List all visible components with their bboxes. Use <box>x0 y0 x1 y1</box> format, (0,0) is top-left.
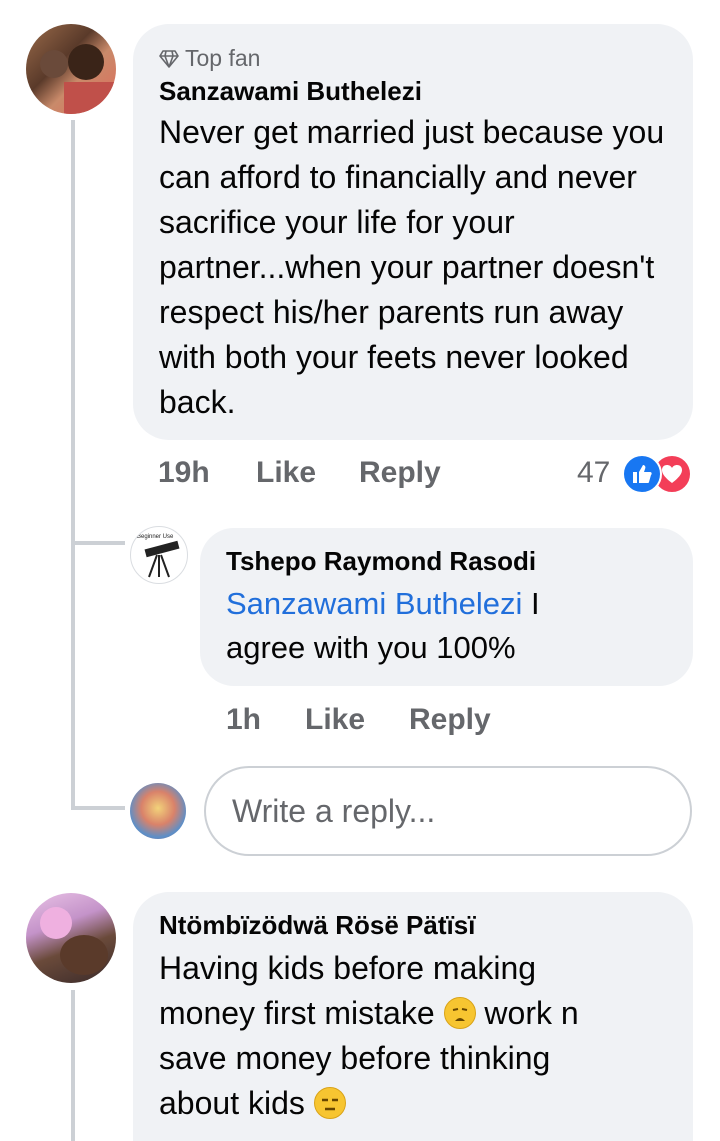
comment-author[interactable]: Sanzawami Buthelezi <box>159 74 667 108</box>
like-button[interactable]: Like <box>256 456 316 490</box>
diamond-icon <box>159 50 179 68</box>
reply-actions: 1h Like Reply <box>226 703 626 743</box>
text-line: money first mistake <box>159 995 444 1031</box>
reply-bubble[interactable]: Tshepo Raymond Rasodi Sanzawami Buthelez… <box>200 528 693 686</box>
thread-branch-reply <box>71 541 125 545</box>
comment-time: 19h <box>158 456 210 489</box>
weary-face-emoji <box>443 997 476 1029</box>
text-line: Having kids before making <box>159 950 537 986</box>
reply-text: Sanzawami Buthelezi I agree with you 100… <box>226 582 667 670</box>
text-line: about kids <box>159 1085 314 1121</box>
comment-text-2: Having kids before making money first mi… <box>159 946 667 1126</box>
person-photo-icon <box>40 44 116 114</box>
text-line: work n <box>475 995 579 1031</box>
avatar-2[interactable] <box>26 893 116 983</box>
thread-branch-input <box>71 806 125 810</box>
reactions[interactable] <box>622 452 696 494</box>
comment-bubble[interactable]: Top fan Sanzawami Buthelezi Never get ma… <box>133 24 693 440</box>
telescope-icon: Beginner Use <box>137 534 180 578</box>
avatar[interactable] <box>26 24 116 114</box>
text-line: save money before thinking <box>159 1040 551 1076</box>
like-icon <box>622 454 662 494</box>
badge-label: Top fan <box>185 45 261 71</box>
expressionless-face-emoji <box>313 1087 346 1119</box>
reply-input-placeholder: Write a reply... <box>232 792 436 829</box>
reply-like-button[interactable]: Like <box>305 703 365 737</box>
reply-button[interactable]: Reply <box>359 456 441 490</box>
reply-avatar[interactable]: Beginner Use <box>130 526 188 584</box>
thread-line-2 <box>71 990 75 1141</box>
comment-text: Never get married just because you can a… <box>159 114 665 420</box>
avatar-caption: Beginner Use <box>137 534 174 540</box>
reply-author[interactable]: Tshepo Raymond Rasodi <box>226 544 667 578</box>
comment-author-2[interactable]: Ntömbïzödwä Rösë Pätïsï <box>159 908 667 942</box>
reply-text-part: I <box>522 586 540 621</box>
reaction-count[interactable]: 47 <box>577 456 610 490</box>
reply-time: 1h <box>226 703 262 736</box>
comment-bubble-2[interactable]: Ntömbïzödwä Rösë Pätïsï Having kids befo… <box>133 892 693 1141</box>
person-photo-icon <box>40 907 108 975</box>
thread-line <box>71 120 75 810</box>
mention-link[interactable]: Sanzawami Buthelezi <box>226 586 522 621</box>
reply-reply-button[interactable]: Reply <box>409 703 491 737</box>
reply-input[interactable]: Write a reply... <box>204 766 692 856</box>
current-user-avatar[interactable] <box>130 783 186 839</box>
top-fan-badge: Top fan <box>159 44 667 72</box>
reply-text-line2: agree with you 100% <box>226 630 516 665</box>
comment-actions: 19h Like Reply 47 <box>158 456 698 496</box>
